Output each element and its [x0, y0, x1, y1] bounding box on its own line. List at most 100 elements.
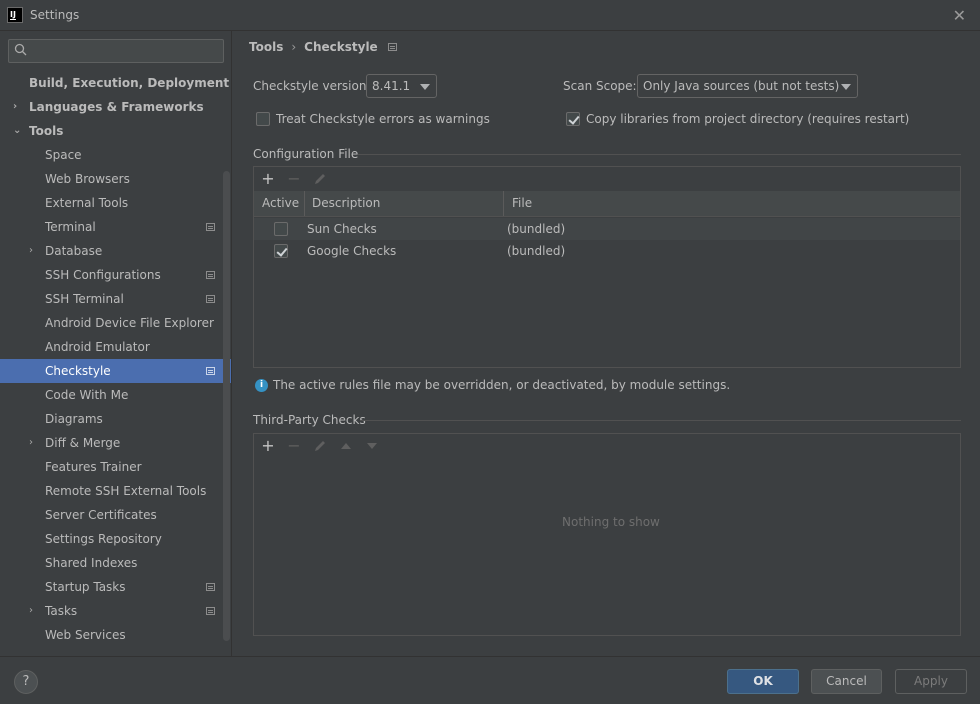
sidebar-item-ssh-terminal[interactable]: SSH Terminal [0, 287, 231, 311]
sidebar-item-build-execution-deployment[interactable]: Build, Execution, Deployment [0, 71, 231, 95]
sidebar-item-checkstyle[interactable]: Checkstyle [0, 359, 231, 383]
project-scope-icon [206, 367, 215, 375]
chevron-down-icon[interactable]: ⌄ [13, 119, 23, 143]
sidebar-item-web-services[interactable]: Web Services [0, 623, 231, 647]
row-active-checkbox[interactable] [274, 222, 288, 236]
sidebar-item-terminal[interactable]: Terminal [0, 215, 231, 239]
sidebar-item-settings-repository[interactable]: Settings Repository [0, 527, 231, 551]
ok-button[interactable]: OK [727, 669, 799, 694]
treat-errors-checkbox[interactable] [256, 112, 270, 126]
sidebar-item-label: Tasks [45, 604, 78, 618]
remove-icon[interactable]: − [286, 171, 302, 187]
scan-scope-select[interactable]: Only Java sources (but not tests) [637, 74, 858, 98]
breadcrumb-current: Checkstyle [304, 39, 378, 54]
third-party-checks-panel: + − Nothing to show [253, 433, 961, 636]
search-icon [14, 43, 27, 56]
sidebar-item-diff-merge[interactable]: › Diff & Merge [0, 431, 231, 455]
sidebar-item-label: SSH Terminal [45, 292, 124, 306]
section-divider [358, 154, 961, 155]
table-row[interactable]: Sun Checks (bundled) [254, 218, 960, 240]
sidebar-item-tools[interactable]: ⌄ Tools [0, 119, 231, 143]
sidebar-item-tasks[interactable]: › Tasks [0, 599, 231, 623]
sidebar-item-label: SSH Configurations [45, 268, 161, 282]
move-up-icon[interactable] [338, 438, 354, 454]
column-header-file[interactable]: File [512, 196, 532, 210]
sidebar-item-label: Diff & Merge [45, 436, 121, 450]
project-scope-icon [206, 295, 215, 303]
sidebar-item-label: Server Certificates [45, 508, 157, 522]
row-description: Google Checks [307, 244, 397, 258]
help-button[interactable]: ? [14, 670, 38, 694]
title-bar: IJ Settings ✕ [0, 0, 980, 31]
sidebar-item-label: Space [45, 148, 82, 162]
settings-search[interactable] [8, 39, 224, 63]
sidebar-item-label: Web Services [45, 628, 126, 642]
chevron-down-icon [420, 84, 430, 90]
sidebar-item-label: Android Emulator [45, 340, 150, 354]
third-party-checks-title: Third-Party Checks [253, 413, 366, 427]
sidebar-item-label: Build, Execution, Deployment [29, 76, 230, 90]
sidebar-item-space[interactable]: Space [0, 143, 231, 167]
sidebar-item-label: Diagrams [45, 412, 103, 426]
intellij-logo-icon: IJ [7, 7, 23, 23]
add-icon[interactable]: + [260, 438, 276, 454]
checkstyle-settings-panel: Tools › Checkstyle Checkstyle version: 8.4… [233, 31, 980, 656]
sidebar-item-label: Android Device File Explorer [45, 316, 214, 330]
copy-libraries-checkbox[interactable] [566, 112, 580, 126]
dialog-footer: ? OK Cancel Apply [0, 656, 980, 704]
sidebar-item-code-with-me[interactable]: Code With Me [0, 383, 231, 407]
edit-pencil-icon[interactable] [312, 438, 328, 454]
checkstyle-version-select[interactable]: 8.41.1 [366, 74, 437, 98]
sidebar-item-ssh-configurations[interactable]: SSH Configurations [0, 263, 231, 287]
project-scope-icon [206, 583, 215, 591]
breadcrumb: Tools › Checkstyle [249, 39, 397, 54]
remove-icon[interactable]: − [286, 438, 302, 454]
sidebar-item-shared-indexes[interactable]: Shared Indexes [0, 551, 231, 575]
edit-pencil-icon[interactable] [312, 171, 328, 187]
sidebar-item-android-emulator[interactable]: Android Emulator [0, 335, 231, 359]
sidebar-item-database[interactable]: › Database [0, 239, 231, 263]
copy-libraries-label: Copy libraries from project directory (r… [586, 112, 910, 126]
sidebar-item-web-browsers[interactable]: Web Browsers [0, 167, 231, 191]
close-icon[interactable]: ✕ [953, 6, 966, 25]
breadcrumb-parent[interactable]: Tools [249, 40, 283, 54]
configuration-file-title: Configuration File [253, 147, 359, 161]
sidebar-item-startup-tasks[interactable]: Startup Tasks [0, 575, 231, 599]
column-divider [304, 191, 305, 216]
column-divider [503, 191, 504, 216]
move-down-icon[interactable] [364, 438, 380, 454]
row-file: (bundled) [507, 244, 566, 258]
chevron-down-icon [841, 84, 851, 90]
sidebar-item-server-certificates[interactable]: Server Certificates [0, 503, 231, 527]
settings-tree: Build, Execution, Deployment › Languages &… [0, 71, 231, 647]
sidebar-item-label: Web Browsers [45, 172, 130, 186]
info-icon: i [255, 379, 268, 392]
sidebar-item-label: Remote SSH External Tools [45, 484, 207, 498]
table-row[interactable]: Google Checks (bundled) [254, 240, 960, 262]
sidebar-item-features-trainer[interactable]: Features Trainer [0, 455, 231, 479]
column-header-description[interactable]: Description [312, 196, 380, 210]
chevron-right-icon[interactable]: › [29, 599, 39, 623]
chevron-right-icon[interactable]: › [29, 239, 39, 263]
sidebar-item-diagrams[interactable]: Diagrams [0, 407, 231, 431]
sidebar-item-label: Database [45, 244, 103, 258]
sidebar-item-label: Shared Indexes [45, 556, 138, 570]
sidebar-scrollbar[interactable] [223, 171, 230, 641]
project-scope-icon [206, 223, 215, 231]
row-active-checkbox[interactable] [274, 244, 288, 258]
apply-button[interactable]: Apply [895, 669, 967, 694]
project-scope-icon [206, 271, 215, 279]
sidebar-item-label: Terminal [45, 220, 96, 234]
add-icon[interactable]: + [260, 171, 276, 187]
search-input[interactable] [35, 42, 219, 60]
sidebar-item-android-device-file-explorer[interactable]: Android Device File Explorer [0, 311, 231, 335]
sidebar-item-remote-ssh-external-tools[interactable]: Remote SSH External Tools [0, 479, 231, 503]
column-header-active[interactable]: Active [262, 196, 299, 210]
project-scope-icon [387, 42, 397, 51]
chevron-right-icon[interactable]: › [29, 431, 39, 455]
sidebar-item-languages-frameworks[interactable]: › Languages & Frameworks [0, 95, 231, 119]
sidebar-item-external-tools[interactable]: External Tools [0, 191, 231, 215]
checkstyle-version-value: 8.41.1 [372, 79, 411, 93]
chevron-right-icon[interactable]: › [13, 95, 23, 119]
cancel-button[interactable]: Cancel [811, 669, 882, 694]
